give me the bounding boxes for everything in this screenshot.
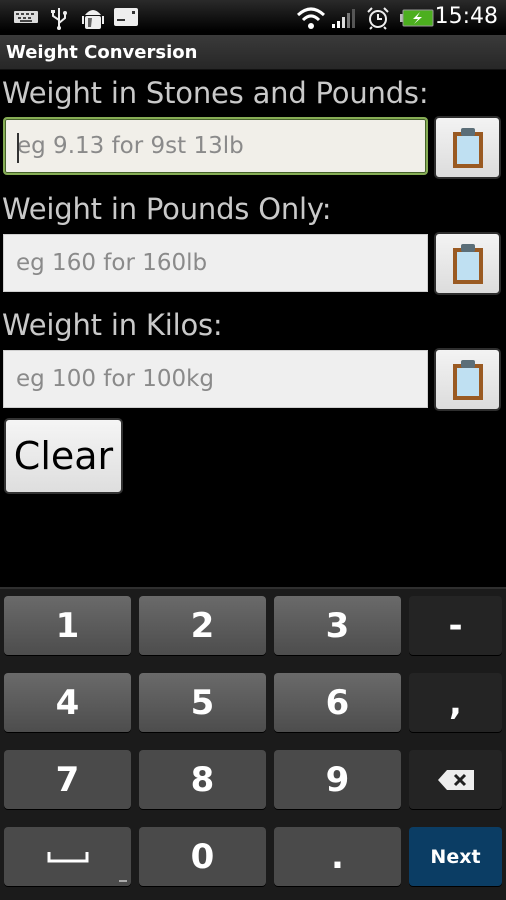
key-5[interactable]: 5 [139, 673, 266, 732]
text-cursor [17, 133, 19, 163]
paste-pounds-button[interactable] [434, 232, 501, 295]
numeric-keyboard: 1 2 3 - 4 5 6 , 7 8 9 0 . Next [0, 587, 506, 900]
stones-field-container [3, 117, 428, 175]
wifi-icon [296, 7, 326, 29]
paste-kilos-button[interactable] [434, 348, 501, 411]
key-minus[interactable]: - [409, 596, 502, 655]
stones-input[interactable] [5, 119, 426, 173]
signal-icon [332, 9, 355, 28]
pounds-input[interactable] [4, 235, 427, 291]
clipboard-icon [452, 243, 483, 284]
battery-charging-icon [400, 9, 434, 27]
alarm-icon [367, 7, 389, 30]
usb-icon [51, 8, 67, 30]
key-6[interactable]: 6 [274, 673, 401, 732]
kilos-label: Weight in Kilos: [2, 308, 223, 342]
clock: 15:48 [434, 4, 498, 29]
pounds-label: Weight in Pounds Only: [2, 192, 332, 226]
kilos-input[interactable] [4, 351, 427, 407]
key-space[interactable] [4, 827, 131, 886]
clear-button[interactable]: Clear [4, 418, 123, 494]
key-2[interactable]: 2 [139, 596, 266, 655]
key-9[interactable]: 9 [274, 750, 401, 809]
key-1[interactable]: 1 [4, 596, 131, 655]
backspace-icon [437, 769, 474, 790]
key-4[interactable]: 4 [4, 673, 131, 732]
key-comma[interactable]: , [409, 673, 502, 732]
app-title: Weight Conversion [6, 42, 198, 63]
clipboard-icon [452, 127, 483, 168]
key-8[interactable]: 8 [139, 750, 266, 809]
key-3[interactable]: 3 [274, 596, 401, 655]
key-backspace[interactable] [409, 750, 502, 809]
sd-card-icon [114, 8, 138, 26]
android-debug-icon [82, 10, 104, 29]
pounds-field-container [3, 234, 428, 292]
kilos-field-container [3, 350, 428, 408]
space-bar-icon [47, 851, 88, 862]
key-period[interactable]: . [274, 827, 401, 886]
key-7[interactable]: 7 [4, 750, 131, 809]
stones-label: Weight in Stones and Pounds: [2, 76, 429, 110]
paste-stones-button[interactable] [434, 116, 501, 179]
app-title-bar: Weight Conversion [0, 35, 506, 70]
more-options-indicator [119, 880, 127, 882]
key-0[interactable]: 0 [139, 827, 266, 886]
keyboard-icon [14, 11, 38, 23]
status-bar: 15:48 [0, 0, 506, 35]
next-key[interactable]: Next [409, 827, 502, 886]
clipboard-icon [452, 359, 483, 400]
